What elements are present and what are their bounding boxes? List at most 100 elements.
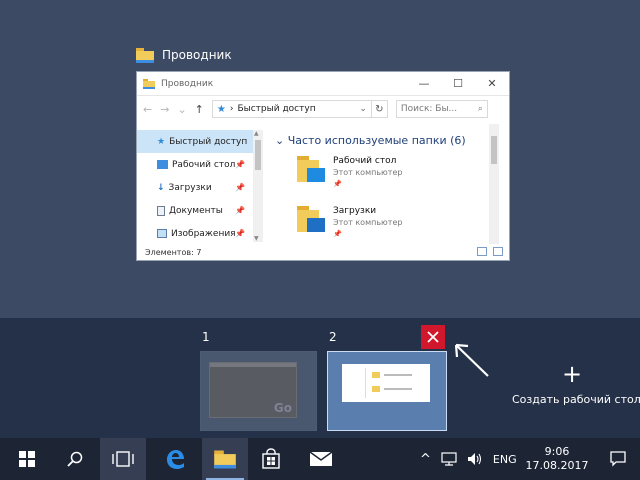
- pin-icon: 📌: [333, 230, 342, 238]
- scroll-down-icon: ▼: [254, 235, 259, 242]
- show-hidden-icons-button[interactable]: ^: [420, 452, 431, 467]
- window-caption-title: Проводник: [162, 48, 232, 62]
- explorer-window-preview[interactable]: Проводник — ☐ ✕ ← → ⌄ ↑ ★ › Быстрый дост…: [136, 71, 510, 261]
- language-indicator[interactable]: ENG: [493, 453, 517, 466]
- new-desktop-label: Создать рабочий стол: [512, 393, 640, 406]
- thumbnail-sidebar: [344, 368, 366, 398]
- clock-date: 17.08.2017: [525, 459, 589, 472]
- file-explorer-icon: [136, 47, 154, 63]
- scroll-thumb[interactable]: [255, 140, 261, 170]
- content-pane: ⌄ Часто используемые папки (6) Рабочий с…: [265, 124, 499, 244]
- thumbnail-shade: [201, 352, 316, 430]
- folder-location: Этот компьютер: [333, 218, 403, 227]
- refresh-button[interactable]: ↻: [370, 101, 387, 117]
- desktop-2-thumbnail[interactable]: [327, 351, 447, 431]
- taskbar-app-mail[interactable]: [298, 438, 344, 480]
- explorer-body: ★ Быстрый доступ Рабочий стол 📌 ↓ Загруз…: [137, 124, 509, 244]
- sidebar-item-label: Изображения: [171, 228, 236, 239]
- window-caption[interactable]: Проводник: [136, 45, 232, 65]
- virtual-desktops-strip: 1 2 Go + Создать рабочий стол: [0, 318, 640, 438]
- sidebar-item-downloads[interactable]: ↓ Загрузки 📌: [137, 176, 263, 199]
- plus-icon: +: [562, 360, 583, 388]
- item-count: Элементов: 7: [145, 247, 202, 257]
- large-icons-view-icon[interactable]: [493, 247, 503, 256]
- up-button[interactable]: ↑: [195, 103, 204, 116]
- documents-icon: [157, 205, 165, 216]
- scroll-up-icon: ▲: [254, 130, 259, 137]
- content-scrollbar[interactable]: [489, 124, 499, 244]
- store-icon: [262, 448, 280, 469]
- search-placeholder: Поиск: Бы...: [400, 104, 458, 114]
- search-button[interactable]: [52, 438, 98, 480]
- sidebar-item-label: Рабочий стол: [172, 159, 236, 170]
- desktop-2-label: 2: [329, 330, 337, 344]
- explorer-navbar: ← → ⌄ ↑ ★ › Быстрый доступ ⌄ ↻ Поиск: Бы…: [137, 96, 509, 122]
- system-tray: ^ ENG: [420, 438, 517, 480]
- file-explorer-icon: [143, 78, 155, 89]
- new-desktop-button[interactable]: + Создать рабочий стол: [508, 358, 640, 418]
- search-input[interactable]: Поиск: Бы... ⌕: [395, 100, 488, 118]
- details-view-icon[interactable]: [477, 247, 487, 256]
- star-icon: ★: [157, 136, 166, 147]
- pin-icon: 📌: [235, 206, 245, 215]
- pin-icon: 📌: [333, 180, 342, 188]
- action-center-button[interactable]: [596, 438, 640, 480]
- sidebar-item-pictures[interactable]: Изображения 📌: [137, 222, 263, 245]
- recent-dropdown-icon[interactable]: ⌄: [177, 103, 186, 116]
- address-separator: ›: [229, 104, 234, 114]
- pin-icon: 📌: [235, 160, 245, 169]
- thumbnail-folder-icon: [372, 372, 380, 378]
- sidebar-item-quick-access[interactable]: ★ Быстрый доступ: [137, 130, 263, 153]
- scroll-thumb[interactable]: [491, 136, 497, 164]
- taskbar-app-file-explorer[interactable]: [202, 438, 248, 480]
- network-icon[interactable]: [441, 452, 457, 466]
- view-switcher: [477, 247, 503, 256]
- list-item[interactable]: Загрузки Этот компьютер 📌: [297, 206, 477, 242]
- search-icon: [67, 451, 83, 467]
- clock[interactable]: 9:06 17.08.2017: [522, 445, 592, 473]
- group-header-label: Часто используемые папки (6): [287, 134, 466, 147]
- downloads-folder-icon: [297, 206, 325, 232]
- volume-icon[interactable]: [467, 452, 483, 466]
- pin-icon: 📌: [235, 229, 245, 238]
- thumbnail-line: [384, 388, 412, 390]
- taskbar-app-store[interactable]: [248, 438, 294, 480]
- desktop-folder-icon: [297, 156, 325, 182]
- download-icon: ↓: [157, 182, 165, 193]
- sidebar-item-label: Загрузки: [168, 182, 212, 193]
- close-desktop-button[interactable]: [421, 325, 445, 349]
- sidebar-item-label: Быстрый доступ: [169, 136, 248, 147]
- maximize-button[interactable]: ☐: [441, 77, 475, 90]
- star-icon: ★: [216, 103, 226, 115]
- thumbnail-folder-icon: [372, 386, 380, 392]
- address-dropdown-icon[interactable]: ⌄: [359, 104, 367, 114]
- mail-icon: [309, 451, 333, 466]
- address-bar[interactable]: ★ › Быстрый доступ ⌄ ↻: [211, 100, 388, 118]
- sidebar-scrollbar[interactable]: ▲ ▼: [253, 130, 263, 242]
- clock-time: 9:06: [544, 445, 570, 458]
- navigation-pane: ★ Быстрый доступ Рабочий стол 📌 ↓ Загруз…: [137, 130, 263, 242]
- sidebar-item-documents[interactable]: Документы 📌: [137, 199, 263, 222]
- folder-name: Загрузки: [333, 206, 377, 216]
- folder-location: Этот компьютер: [333, 168, 403, 177]
- close-button[interactable]: ✕: [475, 77, 509, 90]
- desktop-1-thumbnail[interactable]: Go: [200, 351, 317, 431]
- desktop-folder-icon: [157, 160, 168, 169]
- explorer-title: Проводник: [161, 78, 214, 89]
- task-view-area: Проводник Проводник — ☐ ✕ ← → ⌄ ↑ ★ › Бы…: [0, 0, 640, 318]
- task-view-button[interactable]: [100, 438, 146, 480]
- group-header-frequent-folders[interactable]: ⌄ Часто используемые папки (6): [275, 134, 466, 147]
- windows-logo-icon: [19, 451, 35, 467]
- sidebar-item-desktop[interactable]: Рабочий стол 📌: [137, 153, 263, 176]
- list-item[interactable]: Рабочий стол Этот компьютер 📌: [297, 156, 477, 192]
- back-button[interactable]: ←: [143, 103, 152, 116]
- notification-icon: [610, 451, 626, 467]
- taskbar-app-edge[interactable]: [152, 438, 198, 480]
- explorer-titlebar: Проводник — ☐ ✕: [137, 72, 509, 96]
- forward-button[interactable]: →: [160, 103, 169, 116]
- desktop-1-label: 1: [202, 330, 210, 344]
- minimize-button[interactable]: —: [407, 77, 441, 90]
- status-bar: Элементов: 7: [137, 244, 509, 260]
- chevron-down-icon: ⌄: [275, 134, 285, 147]
- start-button[interactable]: [4, 438, 50, 480]
